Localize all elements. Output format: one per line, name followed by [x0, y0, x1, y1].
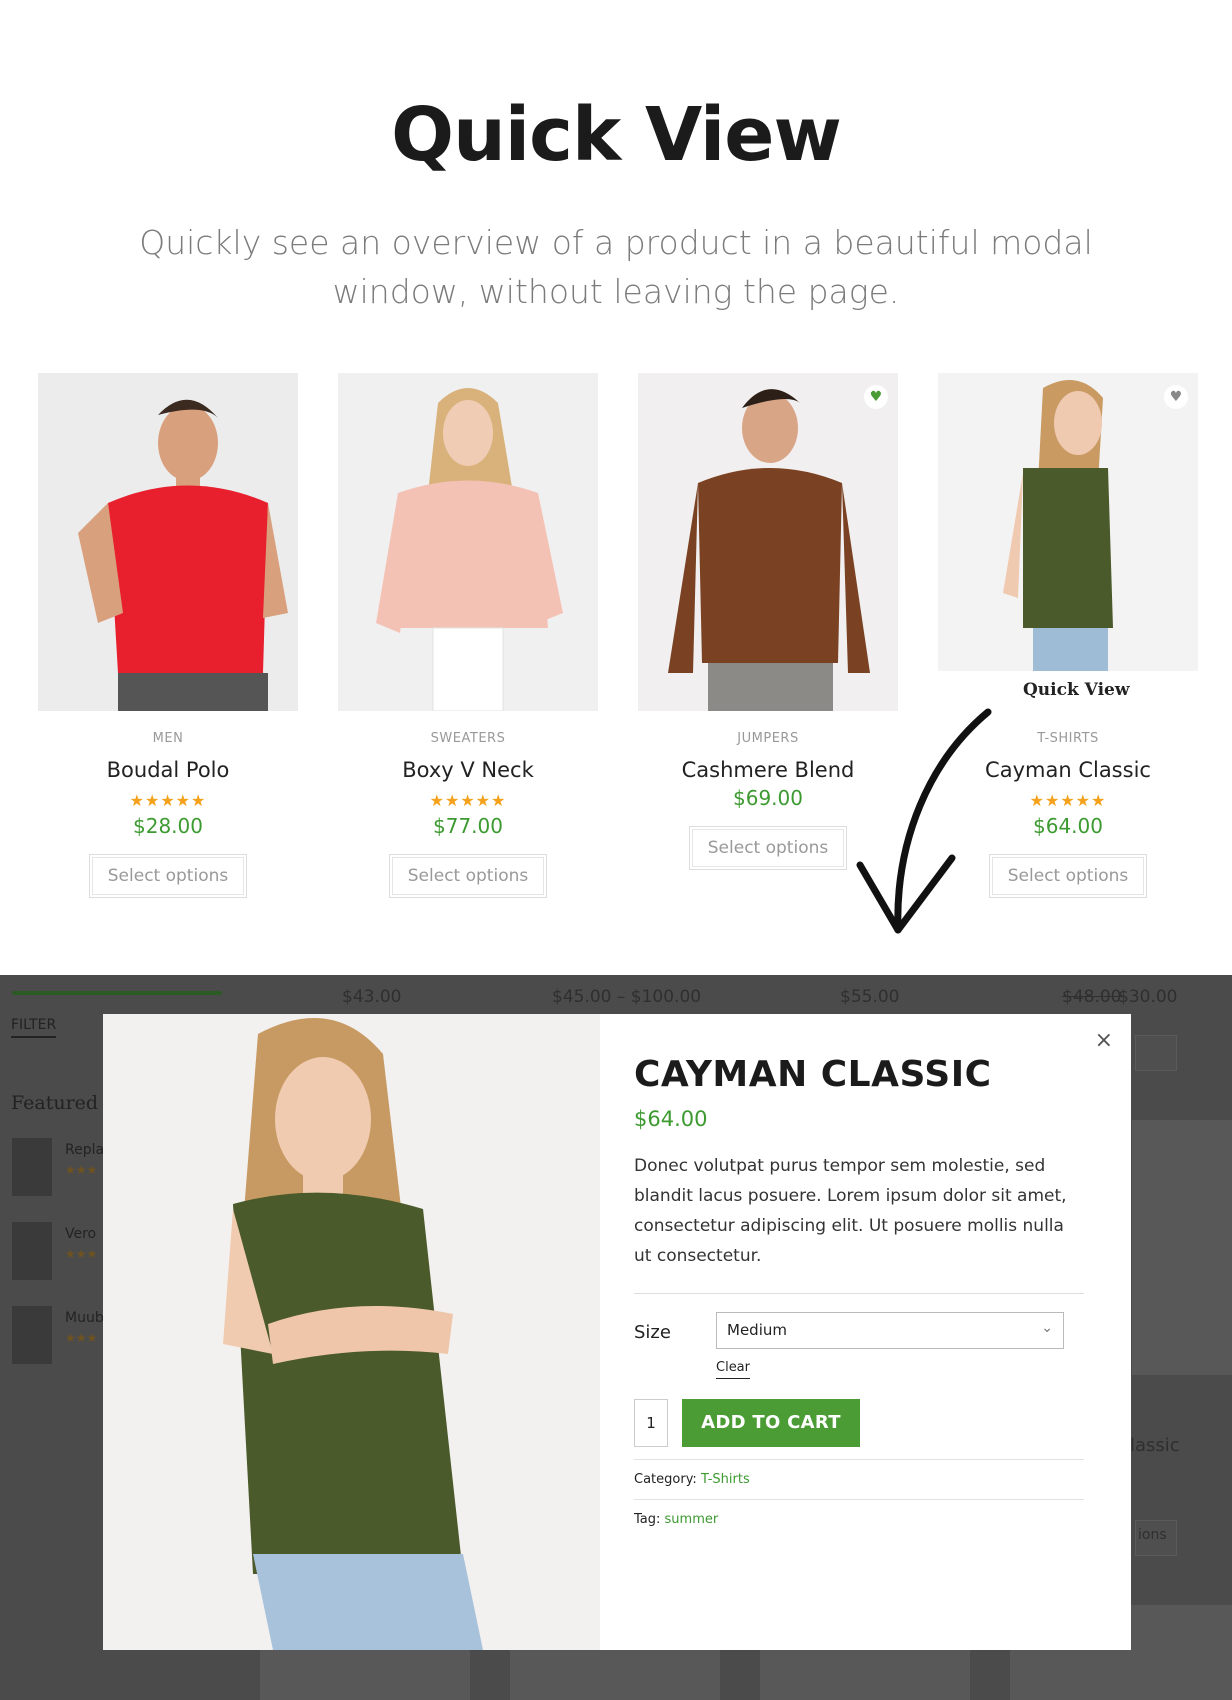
- product-price: $28.00: [133, 814, 203, 838]
- size-label: Size: [634, 1322, 671, 1343]
- clear-link[interactable]: Clear: [716, 1360, 750, 1379]
- tag-link[interactable]: summer: [665, 1512, 719, 1527]
- select-options-button[interactable]: Select options: [688, 826, 848, 870]
- tag-meta: Tag: summer: [634, 1499, 1084, 1539]
- featured-thumb: [12, 1138, 52, 1196]
- page-title: Quick View: [391, 92, 842, 178]
- featured-item-name: Muub: [65, 1310, 104, 1326]
- product-card[interactable]: SWEATERS Boxy V Neck ★★★★★ $77.00 Select…: [338, 373, 598, 898]
- shirt-shape: [108, 485, 268, 673]
- featured-thumb: [12, 1306, 52, 1364]
- bg-price: $55.00: [840, 987, 900, 1007]
- hero-section: Quick View Quickly see an overview of a …: [0, 0, 1232, 975]
- product-name[interactable]: Boudal Polo: [38, 758, 298, 782]
- bg-product-image: [1132, 1120, 1232, 1375]
- product-category: MEN: [152, 731, 184, 746]
- quantity-input[interactable]: 1: [634, 1399, 668, 1447]
- size-row: Size Medium ⌄: [634, 1312, 1084, 1352]
- size-select-value: Medium: [727, 1321, 787, 1339]
- category-link[interactable]: T-Shirts: [701, 1472, 750, 1487]
- featured-item-stars: ★★★: [65, 1331, 98, 1345]
- featured-item-stars: ★★★: [65, 1163, 98, 1177]
- chevron-down-icon: ⌄: [1041, 1320, 1053, 1336]
- product-name[interactable]: Boxy V Neck: [338, 758, 598, 782]
- shirt-shape: [393, 480, 548, 628]
- select-options-button[interactable]: Select options: [88, 854, 248, 898]
- select-options-button[interactable]: Select options: [988, 854, 1148, 898]
- product-card[interactable]: MEN Boudal Polo ★★★★★ $28.00 Select opti…: [38, 373, 298, 898]
- price-slider: [12, 991, 222, 995]
- heart-icon: ♥: [869, 389, 883, 405]
- category-meta: Category: T-Shirts: [634, 1459, 1084, 1499]
- shirt-shape: [698, 468, 842, 663]
- tag-label: Tag:: [634, 1512, 661, 1527]
- modal-description: Donec volutpat purus tempor sem molestie…: [634, 1156, 1067, 1266]
- product-image[interactable]: [38, 373, 298, 711]
- product-image[interactable]: ♥: [638, 373, 898, 711]
- bg-price: $45.00 – $100.00: [552, 987, 702, 1007]
- modal-title: CAYMAN CLASSIC: [634, 1054, 992, 1095]
- star-rating: ★★★★★: [129, 791, 207, 810]
- product-price: $77.00: [433, 814, 503, 838]
- modal-content: CAYMAN CLASSIC $64.00 Donec volutpat pur…: [634, 1054, 1084, 1539]
- featured-thumb: [12, 1222, 52, 1280]
- modal-price: $64.00: [634, 1107, 708, 1131]
- featured-item-name: Vero: [65, 1226, 97, 1242]
- add-to-cart-button[interactable]: ADD TO CART: [682, 1399, 860, 1447]
- wishlist-button[interactable]: ♥: [1164, 385, 1188, 409]
- wishlist-button[interactable]: ♥: [864, 385, 888, 409]
- bg-price: $30.00: [1118, 987, 1178, 1007]
- bg-price-old: $48.00: [1062, 987, 1122, 1007]
- category-label: Category:: [634, 1472, 697, 1487]
- cart-row: 1 ADD TO CART: [634, 1399, 1084, 1449]
- shirt-shape: [1023, 468, 1113, 628]
- bg-price: $43.00: [342, 987, 402, 1007]
- featured-heading: Featured: [11, 1092, 99, 1114]
- modal-product-image: [103, 1014, 600, 1650]
- bg-button: [1135, 1035, 1177, 1071]
- filter-link: FILTER: [11, 1017, 57, 1038]
- featured-item-stars: ★★★: [65, 1247, 98, 1261]
- quick-view-modal: × CAYMAN CLASSIC $64.00 Donec volutpat p…: [103, 1014, 1131, 1650]
- bg-button-label: ions: [1138, 1527, 1167, 1543]
- product-image[interactable]: ♥: [938, 373, 1198, 671]
- star-rating: ★★★★★: [429, 791, 507, 810]
- select-options-button[interactable]: Select options: [388, 854, 548, 898]
- quick-view-button[interactable]: Quick View: [1023, 680, 1129, 700]
- size-select[interactable]: Medium ⌄: [716, 1312, 1064, 1349]
- bg-product-name: lassic: [1130, 1435, 1180, 1456]
- close-icon[interactable]: ×: [1095, 1028, 1113, 1053]
- product-image[interactable]: [338, 373, 598, 711]
- page-subtitle: Quickly see an overview of a product in …: [139, 223, 1093, 311]
- product-category: SWEATERS: [430, 731, 506, 746]
- heart-icon: ♥: [1169, 389, 1183, 405]
- arrow-icon: [856, 708, 992, 934]
- divider: [634, 1293, 1084, 1294]
